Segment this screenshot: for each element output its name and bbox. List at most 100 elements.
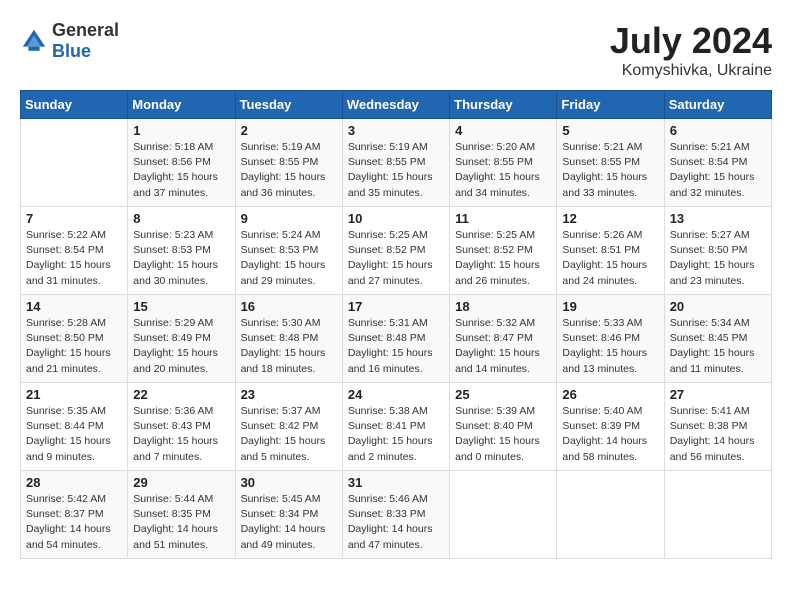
calendar-cell: 25 Sunrise: 5:39 AMSunset: 8:40 PMDayligh… [450, 383, 557, 471]
day-info: Sunrise: 5:39 AMSunset: 8:40 PMDaylight:… [455, 404, 551, 465]
calendar-table: SundayMondayTuesdayWednesdayThursdayFrid… [20, 90, 772, 559]
day-number: 5 [562, 123, 658, 138]
week-row-5: 28 Sunrise: 5:42 AMSunset: 8:37 PMDayligh… [21, 471, 772, 559]
day-info: Sunrise: 5:36 AMSunset: 8:43 PMDaylight:… [133, 404, 229, 465]
day-info: Sunrise: 5:45 AMSunset: 8:34 PMDaylight:… [241, 492, 337, 553]
calendar-cell: 15 Sunrise: 5:29 AMSunset: 8:49 PMDayligh… [128, 295, 235, 383]
day-number: 15 [133, 299, 229, 314]
day-info: Sunrise: 5:46 AMSunset: 8:33 PMDaylight:… [348, 492, 444, 553]
calendar-cell: 20 Sunrise: 5:34 AMSunset: 8:45 PMDayligh… [664, 295, 771, 383]
calendar-cell: 24Sunrise: 5:38 AMSunset: 8:41 PMDayligh… [342, 383, 449, 471]
calendar-cell: 12 Sunrise: 5:26 AMSunset: 8:51 PMDayligh… [557, 207, 664, 295]
calendar-cell: 2Sunrise: 5:19 AMSunset: 8:55 PMDaylight… [235, 119, 342, 207]
day-number: 10 [348, 211, 444, 226]
day-info: Sunrise: 5:35 AMSunset: 8:44 PMDaylight:… [26, 404, 122, 465]
day-number: 11 [455, 211, 551, 226]
header-monday: Monday [128, 91, 235, 119]
day-info: Sunrise: 5:22 AMSunset: 8:54 PMDaylight:… [26, 228, 122, 289]
calendar-cell: 13 Sunrise: 5:27 AMSunset: 8:50 PMDayligh… [664, 207, 771, 295]
day-number: 30 [241, 475, 337, 490]
day-info: Sunrise: 5:33 AMSunset: 8:46 PMDaylight:… [562, 316, 658, 377]
logo: General Blue [20, 20, 119, 62]
day-number: 6 [670, 123, 766, 138]
day-number: 23 [241, 387, 337, 402]
header-wednesday: Wednesday [342, 91, 449, 119]
calendar-cell: 18 Sunrise: 5:32 AMSunset: 8:47 PMDayligh… [450, 295, 557, 383]
calendar-cell: 3Sunrise: 5:19 AMSunset: 8:55 PMDaylight… [342, 119, 449, 207]
day-number: 26 [562, 387, 658, 402]
calendar-cell: 5 Sunrise: 5:21 AMSunset: 8:55 PMDaylight… [557, 119, 664, 207]
day-info: Sunrise: 5:40 AMSunset: 8:39 PMDaylight:… [562, 404, 658, 465]
calendar-cell [664, 471, 771, 559]
day-number: 3 [348, 123, 444, 138]
day-number: 16 [241, 299, 337, 314]
week-row-1: 1Sunrise: 5:18 AMSunset: 8:56 PMDaylight… [21, 119, 772, 207]
day-info: Sunrise: 5:38 AMSunset: 8:41 PMDaylight:… [348, 404, 444, 465]
calendar-cell: 8 Sunrise: 5:23 AMSunset: 8:53 PMDaylight… [128, 207, 235, 295]
header-tuesday: Tuesday [235, 91, 342, 119]
calendar-cell: 7 Sunrise: 5:22 AMSunset: 8:54 PMDaylight… [21, 207, 128, 295]
day-number: 31 [348, 475, 444, 490]
logo-icon [20, 27, 48, 55]
day-number: 22 [133, 387, 229, 402]
day-info: Sunrise: 5:20 AMSunset: 8:55 PMDaylight:… [455, 140, 551, 201]
day-number: 17 [348, 299, 444, 314]
calendar-cell: 6Sunrise: 5:21 AMSunset: 8:54 PMDaylight… [664, 119, 771, 207]
day-info: Sunrise: 5:24 AMSunset: 8:53 PMDaylight:… [241, 228, 337, 289]
day-info: Sunrise: 5:21 AMSunset: 8:55 PMDaylight:… [562, 140, 658, 201]
day-number: 7 [26, 211, 122, 226]
calendar-cell: 10 Sunrise: 5:25 AMSunset: 8:52 PMDayligh… [342, 207, 449, 295]
header-sunday: Sunday [21, 91, 128, 119]
calendar-cell: 27Sunrise: 5:41 AMSunset: 8:38 PMDayligh… [664, 383, 771, 471]
calendar-cell [21, 119, 128, 207]
calendar-cell [450, 471, 557, 559]
day-info: Sunrise: 5:31 AMSunset: 8:48 PMDaylight:… [348, 316, 444, 377]
day-info: Sunrise: 5:44 AMSunset: 8:35 PMDaylight:… [133, 492, 229, 553]
title-area: July 2024 Komyshivka, Ukraine [610, 20, 772, 80]
calendar-cell: 19 Sunrise: 5:33 AMSunset: 8:46 PMDayligh… [557, 295, 664, 383]
calendar-cell: 26 Sunrise: 5:40 AMSunset: 8:39 PMDayligh… [557, 383, 664, 471]
calendar-cell: 14Sunrise: 5:28 AMSunset: 8:50 PMDayligh… [21, 295, 128, 383]
day-number: 25 [455, 387, 551, 402]
day-number: 12 [562, 211, 658, 226]
header-saturday: Saturday [664, 91, 771, 119]
day-number: 28 [26, 475, 122, 490]
day-info: Sunrise: 5:28 AMSunset: 8:50 PMDaylight:… [26, 316, 122, 377]
day-info: Sunrise: 5:34 AMSunset: 8:45 PMDaylight:… [670, 316, 766, 377]
calendar-cell [557, 471, 664, 559]
day-number: 1 [133, 123, 229, 138]
calendar-cell: 17 Sunrise: 5:31 AMSunset: 8:48 PMDayligh… [342, 295, 449, 383]
calendar-cell: 16 Sunrise: 5:30 AMSunset: 8:48 PMDayligh… [235, 295, 342, 383]
day-number: 21 [26, 387, 122, 402]
day-info: Sunrise: 5:27 AMSunset: 8:50 PMDaylight:… [670, 228, 766, 289]
day-info: Sunrise: 5:29 AMSunset: 8:49 PMDaylight:… [133, 316, 229, 377]
day-number: 19 [562, 299, 658, 314]
calendar-cell: 22 Sunrise: 5:36 AMSunset: 8:43 PMDayligh… [128, 383, 235, 471]
month-year: July 2024 [610, 20, 772, 62]
calendar-cell: 9Sunrise: 5:24 AMSunset: 8:53 PMDaylight… [235, 207, 342, 295]
day-number: 8 [133, 211, 229, 226]
logo-blue: Blue [52, 41, 91, 61]
calendar-cell: 30 Sunrise: 5:45 AMSunset: 8:34 PMDayligh… [235, 471, 342, 559]
week-row-3: 14Sunrise: 5:28 AMSunset: 8:50 PMDayligh… [21, 295, 772, 383]
day-number: 18 [455, 299, 551, 314]
day-number: 4 [455, 123, 551, 138]
day-number: 20 [670, 299, 766, 314]
day-info: Sunrise: 5:42 AMSunset: 8:37 PMDaylight:… [26, 492, 122, 553]
calendar-cell: 29Sunrise: 5:44 AMSunset: 8:35 PMDayligh… [128, 471, 235, 559]
day-info: Sunrise: 5:30 AMSunset: 8:48 PMDaylight:… [241, 316, 337, 377]
day-info: Sunrise: 5:23 AMSunset: 8:53 PMDaylight:… [133, 228, 229, 289]
header-thursday: Thursday [450, 91, 557, 119]
day-info: Sunrise: 5:41 AMSunset: 8:38 PMDaylight:… [670, 404, 766, 465]
day-info: Sunrise: 5:25 AMSunset: 8:52 PMDaylight:… [348, 228, 444, 289]
day-info: Sunrise: 5:32 AMSunset: 8:47 PMDaylight:… [455, 316, 551, 377]
logo-text: General Blue [52, 20, 119, 62]
week-row-2: 7 Sunrise: 5:22 AMSunset: 8:54 PMDaylight… [21, 207, 772, 295]
calendar-cell: 28 Sunrise: 5:42 AMSunset: 8:37 PMDayligh… [21, 471, 128, 559]
day-info: Sunrise: 5:26 AMSunset: 8:51 PMDaylight:… [562, 228, 658, 289]
calendar-cell: 21 Sunrise: 5:35 AMSunset: 8:44 PMDayligh… [21, 383, 128, 471]
day-number: 13 [670, 211, 766, 226]
day-info: Sunrise: 5:37 AMSunset: 8:42 PMDaylight:… [241, 404, 337, 465]
location: Komyshivka, Ukraine [610, 62, 772, 80]
week-row-4: 21 Sunrise: 5:35 AMSunset: 8:44 PMDayligh… [21, 383, 772, 471]
